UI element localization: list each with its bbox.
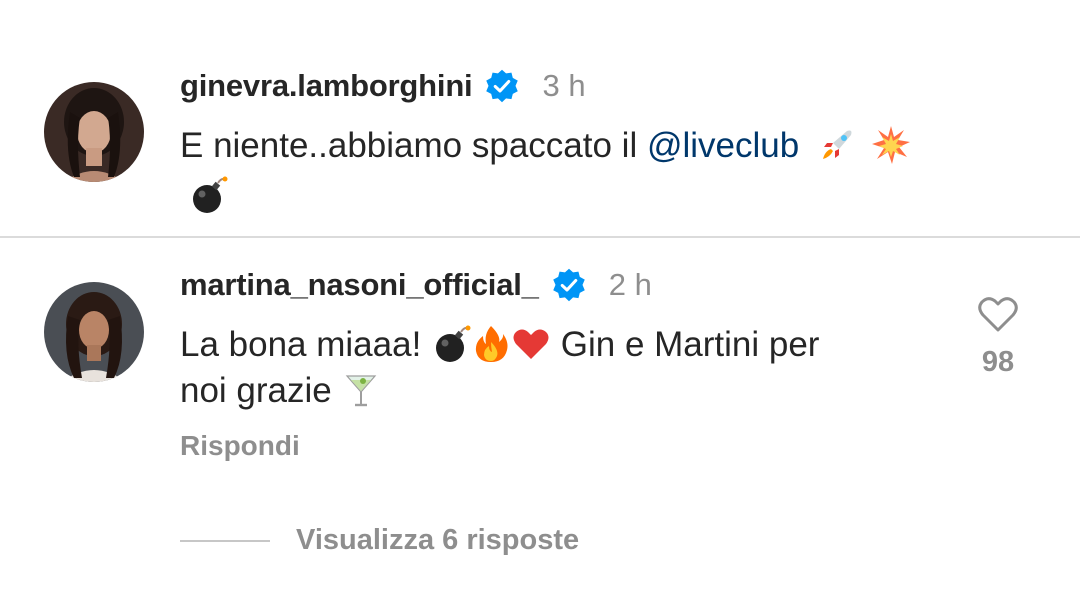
mention-link[interactable]: @liveclub [647, 126, 799, 165]
comment-1: ginevra.lamborghini 3 h E niente..abbiam… [0, 0, 1080, 236]
verified-badge-icon [484, 68, 520, 104]
like-count: 98 [981, 346, 1015, 378]
collision-emoji [871, 125, 911, 165]
replies-line [180, 539, 270, 542]
username-line: martina_nasoni_official_ 2 h [180, 265, 652, 305]
comment-body-part2: Gin e Martini per [560, 325, 820, 364]
comment-2: martina_nasoni_official_ 2 h La bona mia… [0, 238, 1080, 603]
rocket-emoji [817, 125, 857, 165]
heart-icon[interactable] [976, 294, 1020, 334]
bomb-emoji [431, 324, 471, 364]
comment-time: 3 h [542, 68, 586, 103]
comment-time: 2 h [608, 267, 652, 302]
comment-line-1: E niente..abbiamo spaccato il @liveclub [180, 123, 911, 169]
username[interactable]: martina_nasoni_official_ [180, 267, 539, 303]
view-replies-label[interactable]: Visualizza 6 risposte [296, 524, 579, 557]
view-replies-button[interactable]: Visualizza 6 risposte [180, 524, 579, 557]
avatar-martina[interactable] [44, 282, 144, 382]
comment-body-line2: noi grazie [180, 371, 342, 410]
cocktail-glass-emoji [341, 370, 381, 410]
verified-badge-icon [551, 267, 587, 303]
comment-line-2: noi grazie [180, 368, 819, 414]
comment-body: E niente..abbiamo spaccato il [180, 126, 647, 165]
username-line: ginevra.lamborghini 3 h [180, 66, 586, 106]
comment-text: La bona miaaa! Gin e Martini per noi gra… [180, 322, 819, 414]
fire-emoji [471, 324, 511, 364]
comment-body-part1: La bona miaaa! [180, 325, 432, 364]
username[interactable]: ginevra.lamborghini [180, 68, 473, 104]
like-area: 98 [960, 294, 1036, 379]
comment-text: E niente..abbiamo spaccato il @liveclub [180, 123, 911, 219]
comment-line-2 [180, 173, 911, 219]
reply-button[interactable]: Rispondi [180, 430, 300, 462]
avatar-ginevra[interactable] [44, 82, 144, 182]
comment-line-1: La bona miaaa! Gin e Martini per [180, 322, 819, 368]
red-heart-emoji [511, 324, 551, 364]
bomb-emoji [188, 175, 228, 215]
